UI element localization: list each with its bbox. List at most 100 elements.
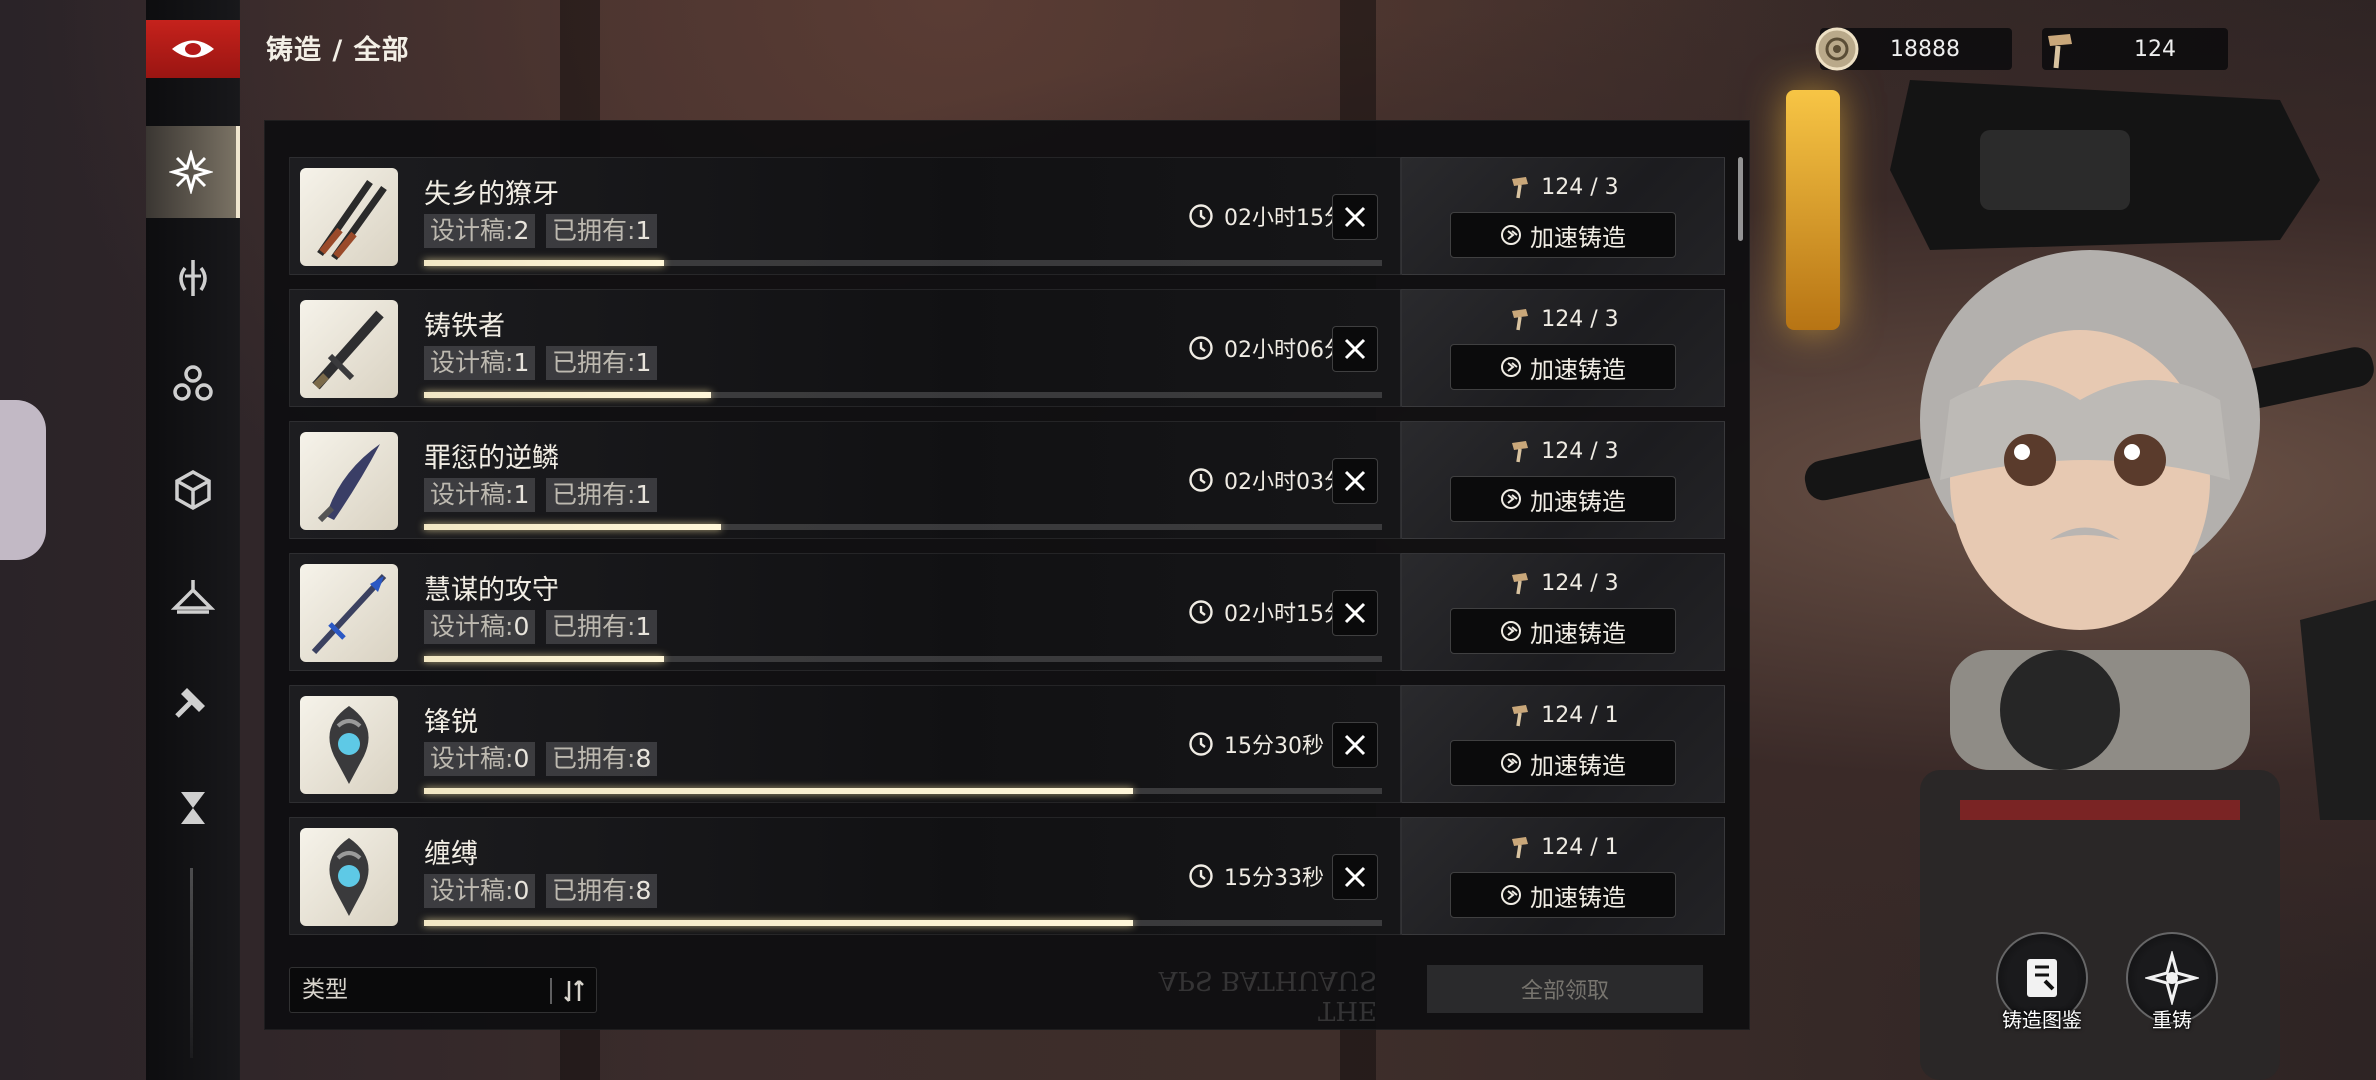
clock-icon: [1189, 732, 1213, 756]
remaining-time: 02小时06分: [1188, 332, 1346, 364]
forge-progress-fill: [424, 788, 1133, 794]
forge-item-row[interactable]: 锋锐 设计稿:0 已拥有:8 15分30秒 124 / 1 加速铸造: [289, 685, 1725, 803]
design-count: 0: [513, 744, 530, 773]
hammer-amount: 124: [2134, 36, 2176, 62]
reforge-label: 重铸: [2152, 1008, 2192, 1032]
forge-progress-fill: [424, 656, 664, 662]
speed-up-label: 加速铸造: [1530, 883, 1626, 912]
hammer-icon: [175, 688, 205, 718]
cancel-forge-button[interactable]: [1332, 590, 1378, 636]
speed-up-cost: 124 / 3: [1402, 306, 1724, 332]
speed-up-forge-button[interactable]: 加速铸造: [1450, 740, 1676, 786]
claim-all-button[interactable]: 全部领取: [1427, 965, 1703, 1013]
forge-progress-fill: [424, 392, 712, 398]
forge-progress-bar: [424, 524, 1382, 530]
speed-up-icon: [1501, 225, 1521, 245]
speed-up-forge-button[interactable]: 加速铸造: [1450, 344, 1676, 390]
cancel-forge-button[interactable]: [1332, 722, 1378, 768]
cancel-forge-button[interactable]: [1332, 458, 1378, 504]
forge-item-row[interactable]: 罪愆的逆鳞 设计稿:1 已拥有:1 02小时03分 124 / 3 加速铸造: [289, 421, 1725, 539]
reforge-star-icon: [2145, 951, 2199, 1005]
owned-label: 已拥有:: [552, 744, 636, 773]
hammer-currency[interactable]: 124: [2042, 28, 2228, 70]
nav-item-forge-all[interactable]: [146, 126, 240, 218]
speed-up-cost: 124 / 3: [1402, 174, 1724, 200]
speed-up-cost: 124 / 1: [1402, 834, 1724, 860]
forge-item-actions: 124 / 3 加速铸造: [1401, 289, 1725, 407]
speed-up-forge-button[interactable]: 加速铸造: [1450, 212, 1676, 258]
forge-item-row[interactable]: 铸铁者 设计稿:1 已拥有:1 02小时06分 124 / 3 加速铸造: [289, 289, 1725, 407]
item-name: 慧谋的攻守: [424, 575, 559, 606]
forge-item-actions: 124 / 1 加速铸造: [1401, 685, 1725, 803]
design-label: 设计稿:: [430, 216, 514, 245]
design-count-tag: 设计稿:1: [424, 478, 536, 512]
hammer-icon: [1512, 177, 1529, 199]
weapon-thumbnail: [300, 432, 398, 530]
forge-item-main: 锋锐 设计稿:0 已拥有:8 15分30秒: [289, 685, 1401, 803]
cancel-forge-button[interactable]: [1332, 326, 1378, 372]
owned-label: 已拥有:: [552, 876, 636, 905]
cancel-forge-button[interactable]: [1332, 194, 1378, 240]
close-icon: [1344, 470, 1366, 492]
weapon-thumbnail: [300, 300, 398, 398]
clock-icon: [1189, 204, 1213, 228]
speed-up-forge-button[interactable]: 加速铸造: [1450, 608, 1676, 654]
hammer-icon: [1512, 309, 1529, 331]
forge-queue-panel: 失乡的獠牙 设计稿:2 已拥有:1 02小时15分 124 / 3 加速铸造 铸…: [264, 120, 1750, 1030]
type-filter-label: 类型: [302, 977, 348, 1003]
weapon-thumbnail: [300, 696, 398, 794]
owned-count: 1: [635, 348, 652, 377]
nav-item-forge-cube[interactable]: [146, 444, 240, 536]
forge-item-actions: 124 / 3 加速铸造: [1401, 157, 1725, 275]
weapon-spear-icon: [311, 573, 387, 655]
forge-queue-list[interactable]: 失乡的獠牙 设计稿:2 已拥有:1 02小时15分 124 / 3 加速铸造 铸…: [289, 157, 1739, 937]
speed-up-forge-button[interactable]: 加速铸造: [1450, 872, 1676, 918]
coin-currency[interactable]: 18888: [1815, 27, 2012, 71]
owned-count: 1: [635, 612, 652, 641]
design-count-tag: 设计稿:0: [424, 742, 536, 776]
nav-item-forge-triad[interactable]: [146, 338, 240, 430]
forge-item-row[interactable]: 缠缚 设计稿:0 已拥有:8 15分33秒 124 / 1 加速铸造: [289, 817, 1725, 935]
forge-progress-bar: [424, 392, 1382, 398]
forge-progress-bar: [424, 920, 1382, 926]
speed-up-icon: [1501, 489, 1521, 509]
nav-item-forge-hanger[interactable]: [146, 550, 240, 642]
forge-item-main: 缠缚 设计稿:0 已拥有:8 15分33秒: [289, 817, 1401, 935]
speed-up-icon: [1501, 753, 1521, 773]
nav-item-forge-hammer[interactable]: [146, 656, 240, 748]
forge-progress-fill: [424, 524, 721, 530]
cancel-forge-button[interactable]: [1332, 854, 1378, 900]
speed-up-forge-button[interactable]: 加速铸造: [1450, 476, 1676, 522]
speed-up-cost: 124 / 3: [1402, 570, 1724, 596]
speed-up-cost: 124 / 3: [1402, 438, 1724, 464]
background-portrait-edge: [0, 400, 46, 560]
design-count: 1: [513, 348, 530, 377]
design-count: 2: [513, 216, 530, 245]
speed-up-cost-text: 124 / 1: [1541, 834, 1619, 860]
design-count: 0: [513, 876, 530, 905]
design-label: 设计稿:: [430, 876, 514, 905]
weapon-thumbnail: [300, 168, 398, 266]
forge-item-main: 失乡的獠牙 设计稿:2 已拥有:1 02小时15分: [289, 157, 1401, 275]
list-scrollbar[interactable]: [1738, 157, 1743, 241]
owned-label: 已拥有:: [552, 216, 636, 245]
item-name: 罪愆的逆鳞: [424, 443, 559, 474]
forge-progress-bar: [424, 788, 1382, 794]
speed-up-cost-text: 124 / 3: [1541, 306, 1619, 332]
back-button[interactable]: [146, 20, 240, 78]
speed-up-icon: [1501, 357, 1521, 377]
type-filter-select[interactable]: 类型: [289, 967, 597, 1013]
forge-item-row[interactable]: 慧谋的攻守 设计稿:0 已拥有:1 02小时15分 124 / 3 加速铸造: [289, 553, 1725, 671]
weapon-curved-blade-icon: [317, 444, 380, 523]
design-label: 设计稿:: [430, 612, 514, 641]
remaining-time-text: 02小时15分: [1224, 602, 1346, 627]
speed-up-label: 加速铸造: [1530, 619, 1626, 648]
nav-item-forge-hourglass[interactable]: [146, 762, 240, 854]
character-illustration: [1804, 80, 2376, 1080]
sort-icon[interactable]: [560, 977, 588, 1005]
decorative-stamp-text: THE APS BATHUAUS: [1145, 951, 1377, 1025]
design-label: 设计稿:: [430, 348, 514, 377]
nav-item-forge-sword[interactable]: [146, 232, 240, 324]
forge-item-row[interactable]: 失乡的獠牙 设计稿:2 已拥有:1 02小时15分 124 / 3 加速铸造: [289, 157, 1725, 275]
speed-up-cost-text: 124 / 3: [1541, 174, 1619, 200]
